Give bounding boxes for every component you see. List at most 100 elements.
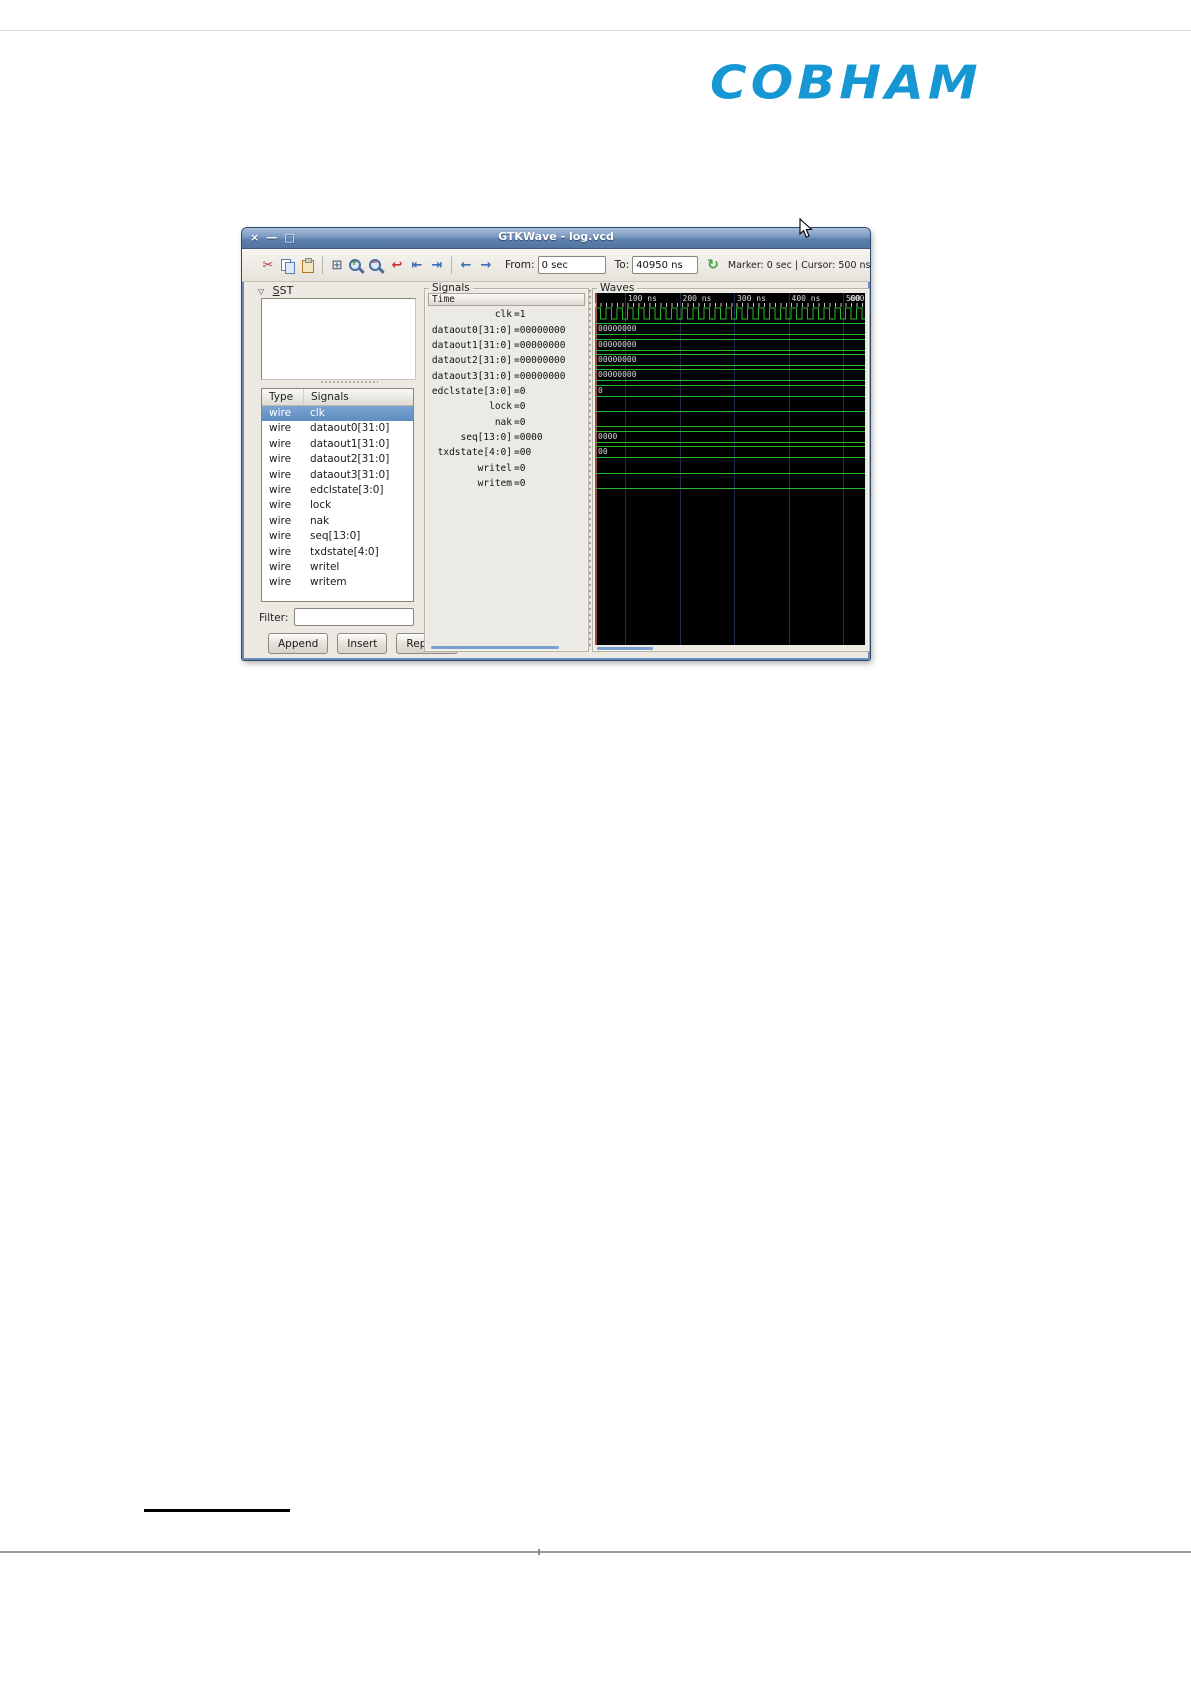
signal-list-item-edclstate30[interactable]: wire edclstate[3:0] <box>262 483 413 498</box>
bus-value-label: 00000000 <box>598 355 637 365</box>
wave-row-lock[interactable] <box>595 398 865 413</box>
signal-list-item-seq130[interactable]: wire seq[13:0] <box>262 529 413 544</box>
signal-value-row-writel[interactable]: writel0 <box>428 461 585 476</box>
signal-value-row-txdstate40[interactable]: txdstate[4:0]00 <box>428 445 585 460</box>
bus-value-label: 0 <box>598 385 603 395</box>
signal-value: 00 <box>514 447 531 458</box>
wave-row-dataout2[interactable]: 00000000 <box>595 352 865 367</box>
cut-icon[interactable]: ✂ <box>258 257 278 274</box>
sst-label-rest: ST <box>279 284 294 297</box>
signal-list-item-writem[interactable]: wire writem <box>262 575 413 590</box>
shift-right-icon[interactable]: → <box>476 257 496 274</box>
signal-value-row-clk[interactable]: clk1 <box>428 307 585 322</box>
signal-value-row-writem[interactable]: writem0 <box>428 476 585 491</box>
shift-left-icon[interactable]: ← <box>456 257 476 274</box>
zoom-in-icon[interactable]: + <box>347 257 367 274</box>
footer-rule <box>0 1551 1191 1553</box>
signal-name: writem <box>310 576 347 589</box>
from-input[interactable] <box>537 256 606 274</box>
copy-icon[interactable] <box>278 257 298 274</box>
signal-list-item-dataout0310[interactable]: wire dataout0[31:0] <box>262 421 413 436</box>
insert-button[interactable]: Insert <box>337 633 388 654</box>
signals-hscrollbar[interactable] <box>431 646 559 649</box>
signal-value-row-dataout1310[interactable]: dataout1[31:0]00000000 <box>428 338 585 353</box>
wave-row-writem[interactable] <box>595 475 865 490</box>
filter-label: Filter: <box>259 612 289 624</box>
to-start-icon[interactable]: ⇤ <box>407 257 427 274</box>
signal-type: wire <box>269 576 292 589</box>
signal-value-row-seq130[interactable]: seq[13:0]0000 <box>428 430 585 445</box>
signal-name: nak <box>310 514 330 527</box>
to-end-icon[interactable]: ⇥ <box>427 257 447 274</box>
reload-icon[interactable]: ↻ <box>707 257 719 273</box>
filter-input[interactable] <box>294 608 414 626</box>
signal-name: dataout1[31:0] <box>310 437 390 450</box>
bus-line-bottom <box>595 395 865 397</box>
signal-list-item-dataout1310[interactable]: wire dataout1[31:0] <box>262 437 413 452</box>
sst-expander-icon[interactable]: ▽ <box>258 287 264 296</box>
signal-value: 0000 <box>514 432 543 443</box>
signal-value-name: seq[13:0] <box>460 431 512 443</box>
bus-value-label: 00000000 <box>598 370 637 380</box>
signal-value: 0 <box>514 401 526 412</box>
signal-list-item-clk[interactable]: wire clk <box>262 406 413 422</box>
bus-value-label: 00000000 <box>598 324 637 334</box>
timeline-tick-label: 500 ns <box>846 294 865 303</box>
wave-row-edclstate[interactable]: 0 <box>595 383 865 398</box>
bit-line <box>595 472 865 474</box>
signal-value-name: edclstate[3:0] <box>431 385 512 397</box>
bit-line <box>595 487 865 489</box>
signal-list-item-txdstate40[interactable]: wire txdstate[4:0] <box>262 545 413 560</box>
to-input[interactable] <box>632 256 699 274</box>
signal-value-name: dataout0[31:0] <box>431 324 512 336</box>
mouse-cursor <box>799 218 813 238</box>
zoom-fit-icon[interactable]: ⊞ <box>327 257 347 274</box>
wave-row-clk[interactable] <box>595 306 865 321</box>
pane-resize-grip[interactable] <box>320 380 378 385</box>
marker-cursor-status: Marker: 0 sec | Cursor: 500 ns <box>727 259 871 271</box>
signal-value-row-nak[interactable]: nak0 <box>428 414 585 429</box>
paste-icon[interactable] <box>298 257 318 274</box>
signal-list-item-lock[interactable]: wire lock <box>262 498 413 513</box>
signals-column-header[interactable]: Signals <box>304 389 349 405</box>
wave-row-txdstate[interactable]: 00 <box>595 444 865 459</box>
zoom-out-icon[interactable]: − <box>367 257 387 274</box>
waves-hscrollbar[interactable] <box>597 647 653 650</box>
bit-line <box>595 426 865 428</box>
type-column-header[interactable]: Type <box>262 389 304 405</box>
footnote-rule <box>144 1509 290 1512</box>
titlebar[interactable]: × — □ GTKWave - log.vcd <box>242 228 870 249</box>
signals-panel: Signals Time clk1dataout0[31:0]00000000d… <box>424 282 589 652</box>
signal-type: wire <box>269 407 292 419</box>
signal-value-row-lock[interactable]: lock0 <box>428 399 585 414</box>
signal-value-name: writel <box>477 462 512 474</box>
from-label: From: <box>505 259 535 271</box>
bus-line-bottom <box>595 380 865 382</box>
bus-line-top <box>595 430 865 432</box>
signal-list-item-dataout3310[interactable]: wire dataout3[31:0] <box>262 468 413 483</box>
signal-list-item-writel[interactable]: wire writel <box>262 560 413 575</box>
append-button[interactable]: Append <box>268 633 329 654</box>
signal-list-header[interactable]: Type Signals <box>262 389 413 406</box>
wave-display-area[interactable]: 600 100 ns200 ns300 ns400 ns500 ns 00000… <box>595 293 865 645</box>
signal-value-row-dataout3310[interactable]: dataout3[31:0]00000000 <box>428 368 585 383</box>
wave-row-dataout1[interactable]: 00000000 <box>595 337 865 352</box>
signal-value-row-dataout0310[interactable]: dataout0[31:0]00000000 <box>428 322 585 337</box>
signal-value-row-edclstate30[interactable]: edclstate[3:0]0 <box>428 384 585 399</box>
signal-list-item-dataout2310[interactable]: wire dataout2[31:0] <box>262 452 413 467</box>
wave-row-seq[interactable]: 0000 <box>595 429 865 444</box>
sst-header: ▽ SST <box>258 284 293 297</box>
document-page: COBHAM × — □ GTKWave - log.vcd ✂ ⊞ + − ↩ ⇤ ⇥ ← →… <box>0 0 1191 1684</box>
signal-value-row-dataout2310[interactable]: dataout2[31:0]00000000 <box>428 353 585 368</box>
signal-value: 00000000 <box>514 340 566 351</box>
wave-row-writel[interactable] <box>595 460 865 475</box>
wave-row-dataout0[interactable]: 00000000 <box>595 321 865 336</box>
wave-row-nak[interactable] <box>595 413 865 428</box>
sst-tree-view[interactable] <box>261 298 416 380</box>
signal-name: seq[13:0] <box>310 530 361 543</box>
zoom-undo-icon[interactable]: ↩ <box>387 257 407 274</box>
signal-type: wire <box>269 468 292 481</box>
wave-row-dataout3[interactable]: 00000000 <box>595 367 865 382</box>
signal-list-item-nak[interactable]: wire nak <box>262 514 413 529</box>
signal-name: writel <box>310 560 340 573</box>
